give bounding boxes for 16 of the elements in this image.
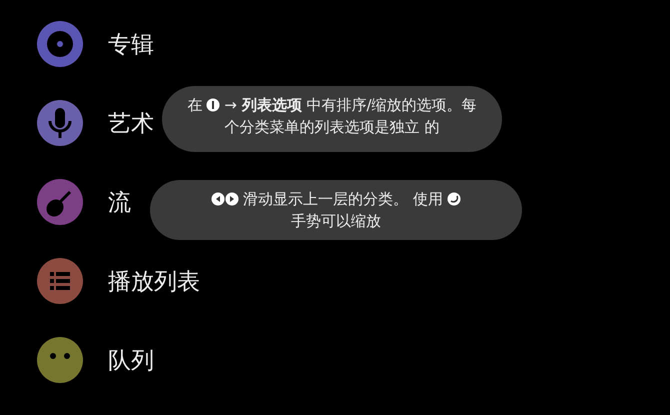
list-icon[interactable] — [36, 257, 84, 305]
menu-button-icon — [206, 98, 220, 112]
microphone-icon[interactable] — [36, 99, 84, 147]
menu-label[interactable]: 艺术 — [108, 108, 154, 138]
tooltip-text: → 列表选项 中有排序/缩放的选项。每个分类菜单的列表选项是独立 的 — [224, 96, 477, 136]
menu-label[interactable]: 播放列表 — [108, 266, 200, 296]
rotate-icon — [446, 192, 461, 206]
disc-icon[interactable] — [36, 20, 84, 68]
tooltip-text: 滑动显示上一层的分类。 使用 — [243, 190, 443, 208]
swipe-arrows-icon — [211, 192, 240, 206]
menu-label[interactable]: 队列 — [108, 344, 154, 376]
menu-label[interactable]: 专辑 — [108, 28, 154, 60]
guitar-icon[interactable] — [36, 178, 84, 226]
menu-label[interactable]: 流 — [108, 186, 131, 218]
tooltip-text: 在 — [187, 96, 202, 114]
tooltip-text: 手势可以缩放 — [291, 212, 381, 230]
